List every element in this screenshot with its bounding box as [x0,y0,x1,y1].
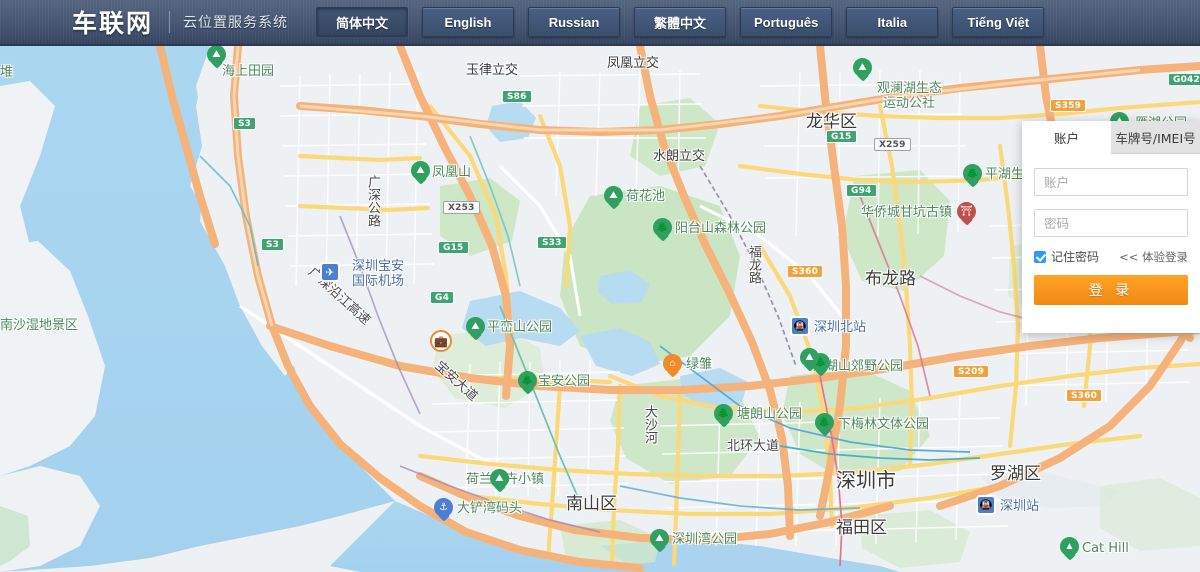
pin-head-icon: 🌲 [518,371,537,390]
login-panel: 账户车牌号/IMEI号 记住密码 << 体验登录 登 录 [1022,121,1200,333]
remember-password-label: 记住密码 [1051,250,1100,264]
road-shield: G15 [826,130,857,143]
road-shield: S209 [953,365,990,378]
road-shield: G94 [846,184,877,197]
pin-head-icon: 🌲 [653,218,672,237]
forest-park-pin[interactable]: 🌲 [653,218,672,243]
map-canvas[interactable]: 海上田园 玉律立交 凤凰立交 水朗立交 凤凰山 荷花池 阳台山森林公园 龙华区 观澜湖生态 运动公… [0,46,1200,572]
logo-divider [169,11,171,33]
park-pin[interactable]: ⛰ [853,58,872,83]
park-pin[interactable]: ⛰ [604,186,623,211]
login-form: 记住密码 << 体验登录 登 录 [1022,154,1200,305]
road-shield: S360 [787,265,824,278]
language-button-1[interactable]: English [422,7,515,37]
park-pin[interactable]: 🌲 [714,404,733,429]
hill-pin[interactable]: ▲ [1060,537,1079,562]
language-button-label: Português [754,14,819,30]
park-pin[interactable]: 🌲 [518,371,537,396]
road-shield: G15 [438,241,469,254]
password-input[interactable] [1034,209,1188,237]
park-pin[interactable]: ⛰ [466,317,485,342]
pin-head-icon: ⛰ [604,186,623,205]
pin-head-icon: ⌂ [663,354,682,373]
road-shield: X253 [443,201,480,214]
metro-station-icon[interactable]: 🚇 [790,316,810,336]
language-switcher: 简体中文 English Russian 繁體中文 Português Italia Tiế… [316,7,1045,37]
login-tab-0[interactable]: 账户 [1022,121,1111,154]
pin-head-icon: 🌲 [815,413,834,432]
account-input[interactable] [1034,168,1188,196]
park-pin[interactable]: ⛰ [650,529,669,554]
pin-head-icon: ▲ [1060,537,1079,556]
brand-logo: 车联网 云位置服务系统 [72,4,288,40]
language-button-label: Russian [548,14,600,30]
language-button-2[interactable]: Russian [528,7,621,37]
park-pin[interactable]: ⛰ [490,469,509,494]
checkbox-checked-icon [1034,250,1046,263]
home-pin[interactable]: ⌂ [663,354,682,379]
page-root: 车联网 云位置服务系统 简体中文 English Russian 繁體中文 Portug… [0,0,1200,572]
language-button-6[interactable]: Tiếng Việt [952,7,1045,37]
language-button-label: English [444,14,492,30]
road-shield: S3 [261,238,285,251]
trial-login-link[interactable]: << 体验登录 [1119,249,1188,265]
login-options-row: 记住密码 << 体验登录 [1034,248,1188,265]
business-poi-icon[interactable]: 💼 [430,330,452,352]
road-shield: G4 [430,291,455,304]
remember-password-checkbox[interactable]: 记住密码 [1034,248,1099,265]
pin-head-icon: 🌲 [963,164,982,183]
pin-head-icon: ⚓ [434,498,453,517]
language-button-label: 繁體中文 [654,15,707,31]
login-tab-1[interactable]: 车牌号/IMEI号 [1111,121,1200,154]
port-pin[interactable]: ⚓ [434,498,453,523]
road-shield: S86 [502,90,532,103]
language-button-label: Italia [877,14,908,30]
road-shield: X259 [874,138,911,151]
pin-head-icon: ⛰ [411,161,430,180]
park-pin[interactable]: 🌲 [815,413,834,438]
pin-head-icon: ⛰ [800,348,819,367]
metro-station-icon[interactable]: 🚇 [976,495,996,515]
road-shield: G0422 [1168,73,1200,86]
language-button-4[interactable]: Português [740,7,833,37]
road-shield: S3 [233,117,257,130]
park-pin[interactable]: ⛰ [411,161,430,186]
language-button-3[interactable]: 繁體中文 [634,7,727,37]
pin-head-icon: ⛩ [957,202,976,221]
login-submit-button[interactable]: 登 录 [1034,275,1188,305]
airport-icon[interactable]: ✈ [320,262,340,282]
pin-head-icon: 🌲 [714,404,733,423]
park-pin[interactable]: 🌲 [963,164,982,189]
language-button-0[interactable]: 简体中文 [316,7,409,37]
app-header: 车联网 云位置服务系统 简体中文 English Russian 繁體中文 Portug… [0,0,1200,46]
park-pin[interactable]: ⛰ [800,348,819,373]
login-tab-bar: 账户 车牌号/IMEI号 [1022,121,1200,154]
park-pin[interactable]: ⛰ [207,46,226,70]
pin-head-icon: ⛰ [650,529,669,548]
pin-head-icon: ⛰ [466,317,485,336]
language-button-label: Tiếng Việt [967,14,1030,30]
language-button-5[interactable]: Italia [846,7,939,37]
logo-subtitle: 云位置服务系统 [183,14,289,30]
language-button-label: 简体中文 [336,15,389,31]
road-shield: S33 [537,236,567,249]
road-shield: S359 [1050,99,1087,112]
pin-head-icon: ⛰ [853,58,872,77]
logo-title: 车联网 [72,9,154,38]
map-base-svg [0,46,1200,572]
road-shield: S360 [1066,389,1103,402]
pin-head-icon: ⛰ [207,46,226,64]
pin-head-icon: ⛰ [490,469,509,488]
landmark-pin[interactable]: ⛩ [957,202,976,227]
